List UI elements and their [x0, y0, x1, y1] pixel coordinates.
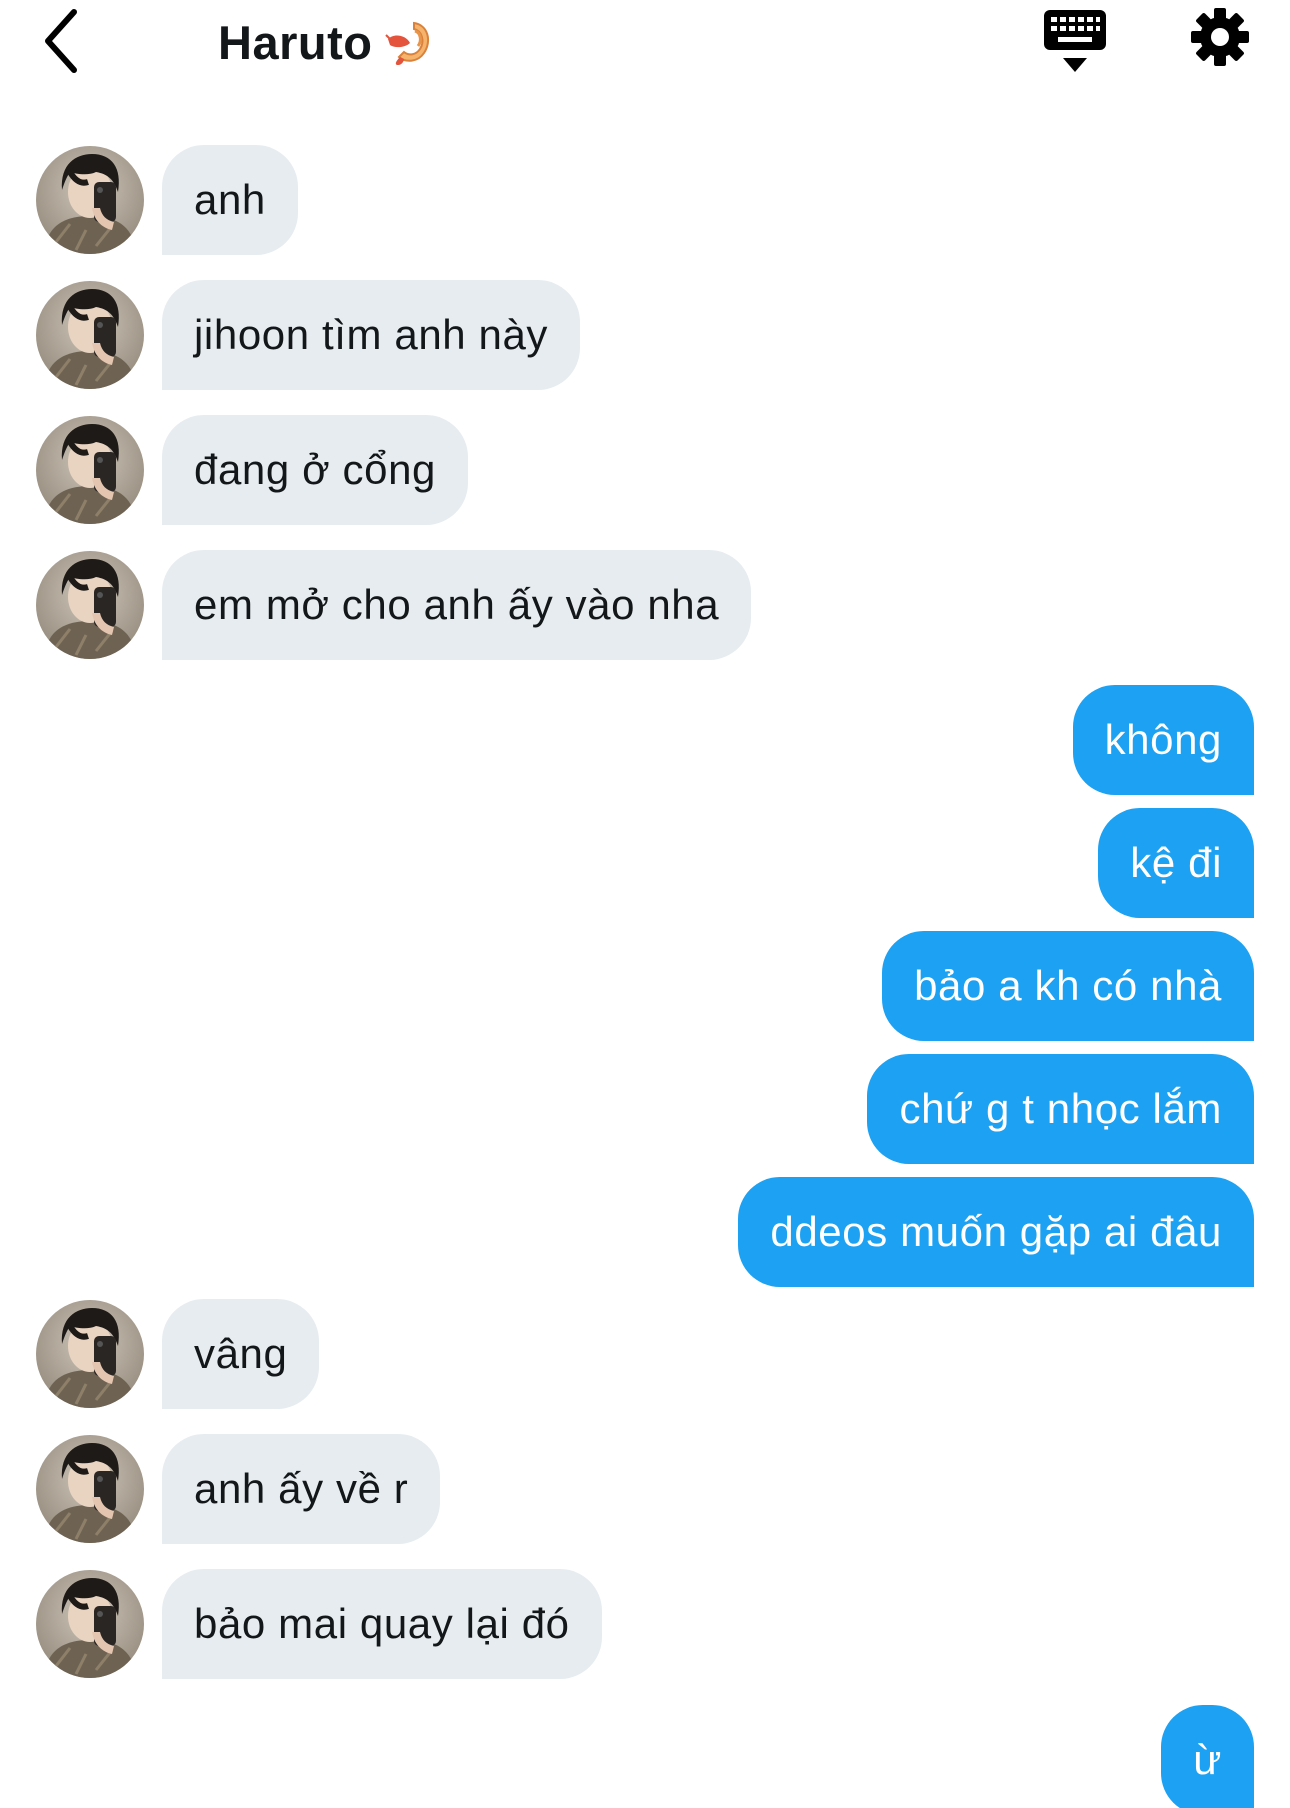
message-bubble[interactable]: kệ đi [1098, 808, 1254, 918]
settings-button[interactable] [1190, 6, 1250, 68]
message-bubble[interactable]: em mở cho anh ấy vào nha [162, 550, 752, 660]
outgoing-message: ddeos muốn gặp ai đâu [738, 1177, 1254, 1287]
message-bubble[interactable]: bảo a kh có nhà [882, 931, 1254, 1041]
incoming-message: vâng [36, 1299, 320, 1409]
message-bubble[interactable]: anh [162, 145, 298, 255]
incoming-message: jihoon tìm anh này [36, 280, 581, 390]
conversation-title[interactable]: Haruto [218, 12, 434, 72]
outgoing-message: bảo a kh có nhà [882, 931, 1254, 1041]
avatar[interactable] [36, 146, 144, 254]
outgoing-message: ừ [1161, 1705, 1254, 1808]
message-bubble[interactable]: anh ấy về r [162, 1434, 441, 1544]
avatar[interactable] [36, 281, 144, 389]
message-bubble[interactable]: jihoon tìm anh này [162, 280, 581, 390]
shrimp-emoji-icon [385, 21, 430, 65]
gear-icon [1191, 8, 1249, 66]
incoming-message: em mở cho anh ấy vào nha [36, 550, 752, 660]
back-button[interactable] [40, 6, 100, 76]
contact-name: Haruto [218, 15, 373, 69]
avatar[interactable] [36, 1570, 144, 1678]
avatar[interactable] [36, 551, 144, 659]
keyboard-button[interactable] [1042, 8, 1108, 74]
outgoing-message: kệ đi [1098, 808, 1254, 918]
message-bubble[interactable]: chứ g t nhọc lắm [867, 1054, 1254, 1164]
conversation-header: Haruto [0, 0, 1290, 96]
message-bubble[interactable]: không [1072, 685, 1254, 795]
avatar[interactable] [36, 1435, 144, 1543]
message-bubble[interactable]: đang ở cổng [162, 415, 468, 525]
message-bubble[interactable]: ddeos muốn gặp ai đâu [738, 1177, 1254, 1287]
message-bubble[interactable]: vâng [162, 1299, 320, 1409]
chevron-left-icon [45, 9, 77, 73]
message-bubble[interactable]: bảo mai quay lại đó [162, 1569, 602, 1679]
message-bubble[interactable]: ừ [1161, 1705, 1254, 1808]
incoming-message: anh [36, 145, 298, 255]
incoming-message: đang ở cổng [36, 415, 468, 525]
incoming-message: bảo mai quay lại đó [36, 1569, 602, 1679]
outgoing-message: chứ g t nhọc lắm [867, 1054, 1254, 1164]
avatar[interactable] [36, 1300, 144, 1408]
avatar[interactable] [36, 416, 144, 524]
dm-conversation-screen: Haruto anh jihoon tìm anh này đang ở cổn… [0, 0, 1290, 1808]
keyboard-hide-icon [1044, 10, 1106, 72]
incoming-message: anh ấy về r [36, 1434, 441, 1544]
outgoing-message: không [1072, 685, 1254, 795]
